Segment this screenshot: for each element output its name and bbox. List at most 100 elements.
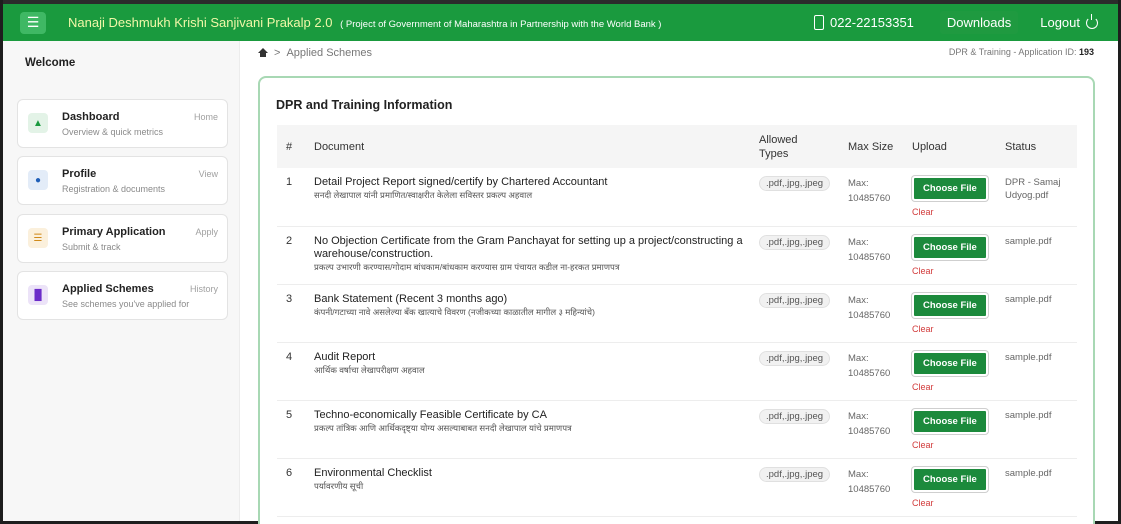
allowed-types-cell: .pdf,.jpg,.jpeg — [759, 284, 848, 342]
sidebar-item-tag: Home — [193, 112, 218, 122]
table-row: 5 Techno-economically Feasible Certifica… — [277, 400, 1077, 458]
document-cell: Audit Report आर्थिक वर्षाचा लेखापरीक्षण … — [314, 342, 759, 400]
sidebar: Welcome ▲ Dashboard Overview & quick met… — [3, 41, 240, 521]
document-name-marathi: प्रकल्प उभारणी करण्यास/गोदाम बांधकाम/बां… — [314, 261, 620, 272]
col-allowed-types: Allowed Types — [759, 133, 798, 160]
choose-file-button[interactable]: Choose File — [912, 350, 988, 376]
row-number: 1 — [286, 176, 293, 188]
clear-link[interactable]: Clear — [912, 266, 1005, 276]
allowed-types-badge: .pdf,.jpg,.jpeg — [759, 408, 831, 424]
clear-link[interactable]: Clear — [912, 324, 1005, 334]
sidebar-item-applied-schemes[interactable]: █ Applied Schemes See schemes you've app… — [17, 271, 228, 320]
status-cell: DPR - Samaj Udyog.pdf — [1005, 168, 1077, 226]
helpline-phone: 022-22153351 — [814, 15, 914, 30]
choose-file-button[interactable]: Choose File — [912, 466, 988, 492]
table-row: 1 Detail Project Report signed/certify b… — [277, 168, 1077, 226]
sidebar-item-subtitle: Registration & documents — [62, 184, 166, 194]
max-size-label: Max: — [848, 236, 869, 248]
power-icon — [1086, 13, 1098, 29]
max-size-value: 10485760 — [848, 251, 891, 263]
row-number: 2 — [286, 234, 293, 247]
max-size-cell: Max: 10485760 — [848, 168, 912, 226]
welcome-heading: Welcome — [25, 57, 76, 69]
document-cell: Detail Project Report signed/certify by … — [314, 168, 759, 226]
max-size-cell: Max: 10485760 — [848, 226, 912, 284]
choose-file-button[interactable]: Choose File — [912, 292, 988, 318]
clear-link[interactable]: Clear — [912, 207, 1005, 217]
allowed-types-badge: .pdf,.jpg,.jpeg — [759, 350, 831, 366]
document-name: Bank Statement (Recent 3 months ago) — [314, 292, 508, 305]
max-size-value: 10485760 — [848, 483, 891, 495]
max-size-cell: Max: 10485760 — [848, 342, 912, 400]
home-icon[interactable] — [258, 47, 268, 57]
bookmark-icon: █ — [28, 285, 48, 305]
max-size-label: Max: — [848, 178, 869, 189]
allowed-types-cell: .pdf,.jpg,.jpeg — [759, 226, 848, 284]
helpline-number: 022-22153351 — [830, 15, 914, 30]
phone-icon — [814, 15, 825, 30]
sidebar-item-dashboard[interactable]: ▲ Dashboard Overview & quick metrics Hom… — [17, 99, 228, 148]
sidebar-item-title: Primary Application — [62, 226, 166, 238]
uploaded-file-name: DPR - Samaj Udyog.pdf — [1005, 177, 1061, 201]
allowed-types-badge: .pdf,.jpg,.jpeg — [759, 466, 831, 482]
max-size-label: Max: — [848, 410, 869, 422]
clear-link[interactable]: Clear — [912, 440, 1005, 450]
status-cell: sample.pdf — [1005, 226, 1077, 284]
col-max-size: Max Size — [848, 140, 894, 153]
upload-cell: Choose File Clear — [912, 458, 1005, 516]
sidebar-item-subtitle: Overview & quick metrics — [62, 127, 164, 137]
upload-cell: Choose File Clear — [912, 168, 1005, 226]
application-id-value: 193 — [1078, 47, 1094, 57]
upload-cell: Choose File Clear — [912, 342, 1005, 400]
downloads-button[interactable]: Downloads — [939, 11, 1019, 34]
allowed-types-cell: .pdf,.jpg,.jpeg — [759, 168, 848, 226]
clear-link[interactable]: Clear — [912, 498, 1005, 508]
table-row: 3 Bank Statement (Recent 3 months ago) क… — [277, 284, 1077, 342]
breadcrumb-separator: > — [274, 47, 281, 59]
row-number: 6 — [286, 466, 293, 479]
breadcrumb-current: Applied Schemes — [286, 47, 373, 59]
max-size-label: Max: — [848, 352, 869, 364]
max-size-label: Max: — [848, 468, 869, 480]
document-name: Environmental Checklist — [314, 466, 432, 479]
logout-label: Logout — [1040, 15, 1080, 30]
choose-file-button[interactable]: Choose File — [912, 408, 988, 434]
document-name-marathi: कंपनी/गटाच्या नावे असलेल्या बँक खात्याचे… — [314, 306, 595, 317]
application-id: DPR & Training - Application ID: 193 — [949, 47, 1094, 57]
status-cell: sample.pdf — [1005, 400, 1077, 458]
sidebar-item-profile[interactable]: ● Profile Registration & documents View — [17, 156, 228, 205]
uploaded-file-name: sample.pdf — [1005, 409, 1052, 421]
document-name: No Objection Certificate from the Gram P… — [314, 234, 743, 260]
document-name-marathi: प्रकल्प तांत्रिक आणि आर्थिकदृष्ट्या योग्… — [314, 422, 572, 433]
max-size-label: Max: — [848, 294, 869, 306]
status-cell: sample.pdf — [1005, 342, 1077, 400]
col-number: # — [286, 140, 293, 153]
document-cell: No Objection Certificate from the Gram P… — [314, 226, 759, 284]
allowed-types-cell: .pdf,.jpg,.jpeg — [759, 458, 848, 516]
sidebar-item-title: Profile — [62, 168, 97, 180]
table-row: 4 Audit Report आर्थिक वर्षाचा लेखापरीक्ष… — [277, 342, 1077, 400]
choose-file-button[interactable]: Choose File — [912, 234, 988, 260]
document-name-marathi: पर्यावरणीय सूची — [314, 480, 364, 491]
row-number: 3 — [286, 292, 293, 305]
clear-link[interactable]: Clear — [912, 382, 1005, 392]
max-size-cell: Max: 10485760 — [848, 458, 912, 516]
sidebar-item-primary-application[interactable]: ☰ Primary Application Submit & track App… — [17, 214, 228, 263]
sidebar-item-tag: Apply — [195, 227, 218, 237]
row-number: 4 — [286, 350, 293, 363]
document-cell: Bank Statement (Recent 3 months ago) कंप… — [314, 284, 759, 342]
hamburger-icon: ☰ — [26, 14, 40, 30]
home-icon: ▲ — [28, 113, 48, 133]
hamburger-menu-button[interactable]: ☰ — [20, 11, 46, 34]
card-title: DPR and Training Information — [276, 98, 453, 112]
status-cell: sample.pdf — [1005, 284, 1077, 342]
logout-button[interactable]: Logout — [1040, 13, 1098, 30]
choose-file-button[interactable]: Choose File — [912, 176, 988, 201]
site-subtitle: ( Project of Government of Maharashtra i… — [340, 19, 662, 30]
uploaded-file-name: sample.pdf — [1005, 467, 1052, 479]
user-icon: ● — [28, 170, 48, 190]
allowed-types-badge: .pdf,.jpg,.jpeg — [759, 234, 831, 250]
col-status: Status — [1005, 140, 1037, 153]
upload-cell: Choose File Clear — [912, 400, 1005, 458]
document-name: Detail Project Report signed/certify by … — [314, 176, 608, 188]
